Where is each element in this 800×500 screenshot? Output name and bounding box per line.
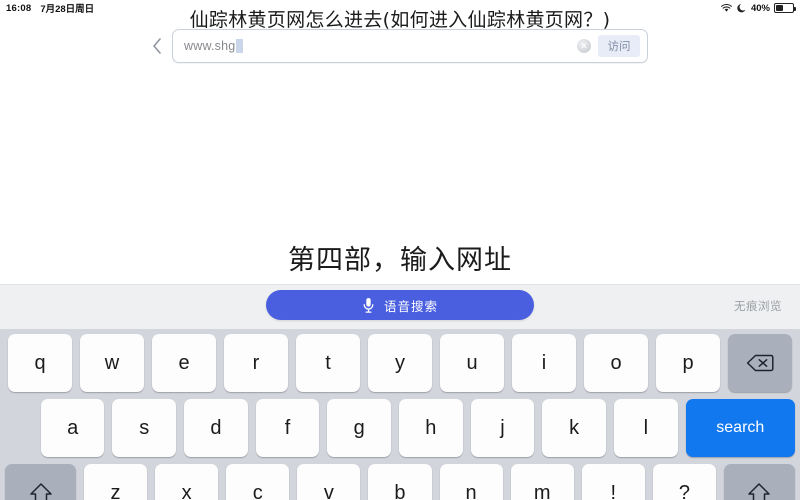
shift-right-icon[interactable] [723,464,795,500]
key-exclamation[interactable]: ! [581,464,645,500]
key-question[interactable]: ? [652,464,716,500]
clear-circle-icon[interactable]: ✕ [577,39,591,53]
status-bar-left: 16:08 7月28日周日 [6,1,95,16]
visit-button[interactable]: 访问 [598,35,640,57]
microphone-icon [362,297,375,314]
on-screen-keyboard: q w e r t y u i o p a s d f g h j k l se… [0,329,800,500]
url-input-value: www.shg [184,39,236,53]
status-bar: 16:08 7月28日周日 40% [0,0,800,16]
key-j[interactable]: j [470,399,535,457]
search-key[interactable]: search [685,399,795,457]
key-y[interactable]: y [368,334,432,392]
wifi-icon [720,3,733,13]
key-e[interactable]: e [152,334,216,392]
key-q[interactable]: q [8,334,72,392]
backspace-icon[interactable] [728,334,792,392]
voice-search-label: 语音搜索 [383,299,438,314]
key-g[interactable]: g [327,399,392,457]
voice-search-button[interactable]: 语音搜索 [266,290,534,320]
phone-screen: 16:08 7月28日周日 40% www.shg ✕ 访问 仙踪林黄页网怎么进… [0,0,800,500]
crescent-moon-icon [737,3,747,13]
keyboard-row-2: a s d f g h j k l search [0,399,800,457]
key-t[interactable]: t [296,334,360,392]
step-caption-overlay: 第四部，输入网址 [288,245,512,276]
key-v[interactable]: v [297,464,361,500]
key-k[interactable]: k [542,399,606,457]
key-z[interactable]: z [84,464,148,500]
url-input-actions: ✕ 访问 [577,30,640,62]
key-i[interactable]: i [512,334,576,392]
keyboard-row-1: q w e r t y u i o p [0,334,800,392]
key-o[interactable]: o [584,334,648,392]
key-x[interactable]: x [155,464,219,500]
key-r[interactable]: r [224,334,288,392]
key-n[interactable]: n [439,464,503,500]
key-c[interactable]: c [226,464,290,500]
key-l[interactable]: l [613,399,678,457]
key-w[interactable]: w [80,334,144,392]
chevron-left-icon[interactable] [148,35,166,57]
battery-icon [774,3,796,13]
status-time: 16:08 [6,2,32,14]
shift-up-icon[interactable] [5,464,76,500]
battery-percent: 40% [750,2,770,14]
key-m[interactable]: m [510,464,574,500]
key-d[interactable]: d [184,399,248,457]
key-b[interactable]: b [368,464,432,500]
status-date: 7月28日周日 [40,4,95,15]
key-h[interactable]: h [399,399,463,457]
key-f[interactable]: f [255,399,320,457]
text-cursor [236,39,244,53]
keyboard-row-3: z x c v b n m ! ? [0,464,800,500]
key-p[interactable]: p [656,334,720,392]
url-input[interactable]: www.shg ✕ 访问 [172,29,648,63]
address-bar-row: www.shg ✕ 访问 [148,28,648,64]
status-bar-right: 40% [720,2,796,14]
key-s[interactable]: s [112,399,177,457]
key-a[interactable]: a [40,399,105,457]
key-u[interactable]: u [440,334,504,392]
incognito-label[interactable]: 无痕浏览 [734,298,782,314]
